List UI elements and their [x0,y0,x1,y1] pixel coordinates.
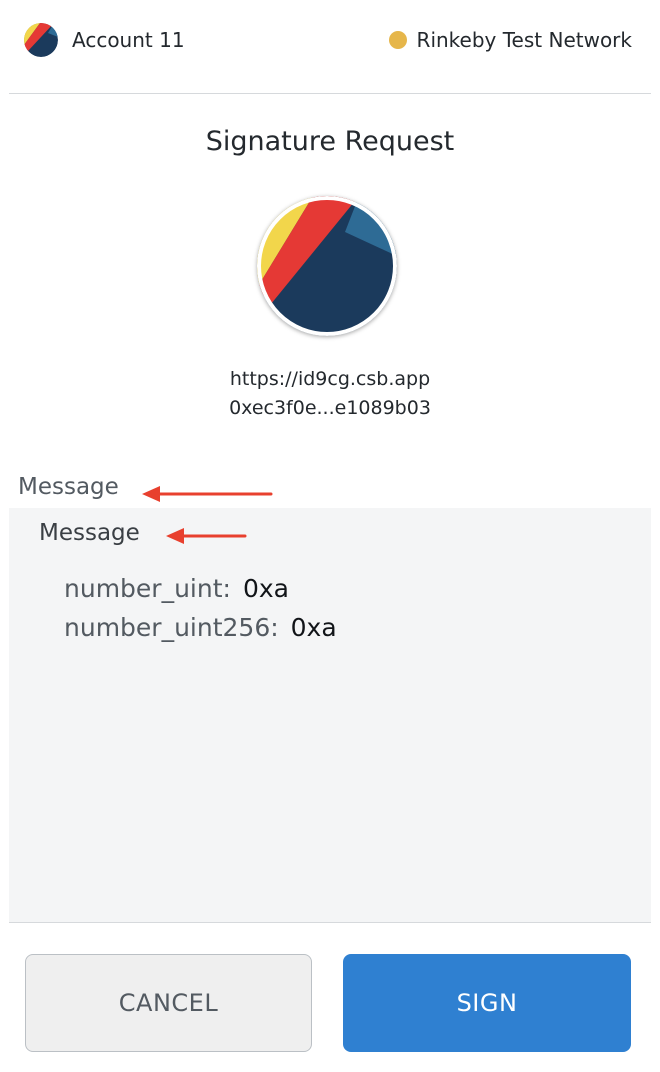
header-divider [9,93,651,94]
message-subheading: Message [39,520,140,546]
message-field-value: 0xa [290,613,337,642]
cancel-button[interactable]: CANCEL [25,954,312,1052]
account-name[interactable]: Account 11 [72,28,185,52]
network-name[interactable]: Rinkeby Test Network [417,28,632,52]
network-status-dot-icon [388,31,407,49]
message-panel[interactable]: Message number_uint: 0xa number_uint256:… [9,508,651,923]
account-identicon-icon[interactable] [24,23,58,57]
message-field-value: 0xa [242,574,289,603]
message-field-key: number_uint256: [64,613,279,642]
annotation-arrow-icon [142,486,273,502]
message-heading: Message [18,474,119,500]
origin-url: https://id9cg.csb.app [229,368,431,390]
page-title: Signature Request [205,126,455,157]
app-header: Account 11 Rinkeby Test Network [0,0,660,94]
sign-button[interactable]: SIGN [343,954,631,1052]
message-field: number_uint256: 0xa [64,613,337,642]
origin-identicon-icon [257,196,397,336]
message-field: number_uint: 0xa [64,574,289,603]
annotation-arrow-icon [166,528,247,544]
account-selector[interactable]: Account 11 [24,22,185,58]
message-field-key: number_uint: [64,574,231,603]
network-indicator[interactable]: Rinkeby Test Network [388,22,632,58]
origin-address: 0xec3f0e...e1089b03 [229,397,431,419]
